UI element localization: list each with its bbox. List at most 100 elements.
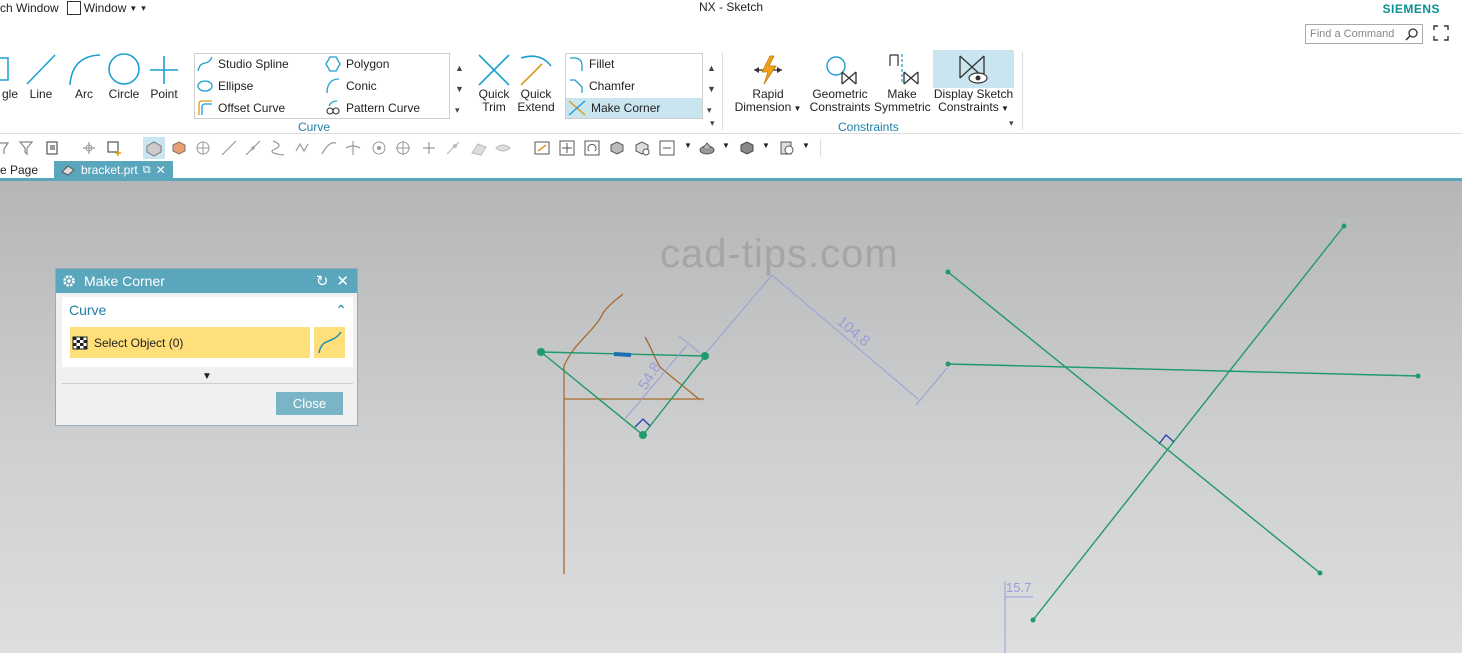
show-hide-icon[interactable] <box>778 139 796 157</box>
sketch-line[interactable] <box>947 363 1419 377</box>
sketch-point[interactable] <box>945 361 951 367</box>
gear-icon[interactable] <box>62 274 76 288</box>
tab-bracket-prt[interactable]: bracket.prt ⧉ ✕ <box>54 161 173 179</box>
studio-spline-item[interactable]: Studio Spline <box>197 54 289 74</box>
sketch-point[interactable] <box>1415 373 1421 379</box>
fullscreen-icon[interactable] <box>1433 25 1449 41</box>
sketch-point[interactable] <box>1341 223 1347 229</box>
point-on-curve-icon[interactable] <box>394 139 412 157</box>
fillet-label: Fillet <box>589 57 615 71</box>
sketch-point[interactable] <box>639 431 647 439</box>
perpendicular-constraint-icon[interactable] <box>634 418 651 428</box>
quick-trim-button[interactable]: Quick Trim <box>474 52 514 114</box>
view-orient-icon[interactable] <box>494 139 512 157</box>
geometric-constraints-button[interactable]: Geometric Constraints <box>806 52 874 114</box>
expand-gallery-icon[interactable]: ▾ <box>455 100 464 121</box>
quadrant-icon[interactable] <box>370 139 388 157</box>
view-triad-icon[interactable] <box>658 139 676 157</box>
close-button[interactable]: Close <box>276 392 343 415</box>
existing-point-icon[interactable] <box>420 139 438 157</box>
line-button[interactable]: Line <box>24 52 58 101</box>
scroll-down-icon[interactable]: ▼ <box>455 79 464 100</box>
sketch-point[interactable] <box>945 269 951 275</box>
ellipse-item[interactable]: Ellipse <box>197 76 253 96</box>
point-on-face-icon[interactable] <box>444 139 462 157</box>
arc-button[interactable]: Arc <box>66 52 102 101</box>
tab-popout-icon[interactable]: ⧉ <box>143 164 151 177</box>
chevron-down-icon[interactable]: ▼ <box>802 141 810 150</box>
fit-view-icon[interactable] <box>558 139 576 157</box>
scroll-up-icon[interactable]: ▲ <box>455 58 464 79</box>
refresh-view-icon[interactable] <box>583 139 601 157</box>
make-symmetric-button[interactable]: Make Symmetric <box>874 52 931 114</box>
endpoint-icon[interactable] <box>220 139 238 157</box>
solid-body-icon[interactable] <box>170 139 188 157</box>
close-icon[interactable]: ✕ <box>336 272 349 290</box>
tangent-icon[interactable] <box>344 139 362 157</box>
perpendicular-constraint-icon[interactable] <box>1158 434 1175 445</box>
selected-segment[interactable] <box>613 352 632 357</box>
rapid-dimension-button[interactable]: Rapid Dimension ▼ <box>732 52 804 115</box>
sketch-line[interactable] <box>1032 225 1345 621</box>
pattern-curve-item[interactable]: Pattern Curve <box>325 98 420 118</box>
toolbar-separator <box>820 139 821 157</box>
chevron-down-icon[interactable]: ▼ <box>762 141 770 150</box>
make-corner-item[interactable]: Make Corner <box>566 98 702 118</box>
chevron-down-icon[interactable]: ▼ <box>722 141 730 150</box>
chevron-down-icon[interactable]: ▼ <box>684 141 692 150</box>
sketch-point[interactable] <box>701 352 709 360</box>
shaded-view-icon[interactable] <box>608 139 626 157</box>
chamfer-item[interactable]: Chamfer <box>568 76 702 96</box>
scroll-up-icon[interactable]: ▲ <box>707 58 716 79</box>
display-sketch-constraints-button[interactable]: Display Sketch Constraints ▼ <box>933 50 1014 114</box>
curve-type-button[interactable] <box>312 327 345 358</box>
filter-icon[interactable] <box>0 139 18 157</box>
control-point-icon[interactable] <box>270 139 288 157</box>
close-icon[interactable]: ✕ <box>156 163 166 177</box>
offset-curve-item[interactable]: Offset Curve <box>197 98 285 118</box>
brown-curve[interactable] <box>563 293 624 574</box>
tab-home[interactable]: e Page <box>0 161 44 179</box>
type-filter-icon[interactable] <box>18 139 36 157</box>
snap-enable-icon[interactable] <box>143 137 165 159</box>
sketch-point[interactable] <box>1030 617 1036 623</box>
circle-button[interactable]: Circle <box>106 52 142 101</box>
constraints-overflow-icon[interactable]: ▾ <box>1009 118 1014 129</box>
more-options-icon[interactable]: ▼ <box>202 371 212 382</box>
midpoint-icon[interactable] <box>244 139 262 157</box>
intersection-icon[interactable] <box>294 139 312 157</box>
sketch-line[interactable] <box>540 351 644 436</box>
reset-icon[interactable]: ↻ <box>316 272 329 290</box>
polygon-item[interactable]: Polygon <box>325 54 389 74</box>
collapse-icon[interactable]: ⌃ <box>335 302 347 319</box>
scroll-down-icon[interactable]: ▼ <box>707 79 716 100</box>
bounded-grid-icon[interactable] <box>470 139 488 157</box>
ellipse-label: Ellipse <box>218 79 254 93</box>
corner-gallery-scroll[interactable]: ▲ ▼ ▾ <box>707 58 716 121</box>
point-snap-icon[interactable] <box>106 139 124 157</box>
point-button[interactable]: Point <box>146 52 182 101</box>
sketch-point[interactable] <box>537 348 545 356</box>
sketch-view-icon[interactable] <box>533 139 551 157</box>
dialog-title-bar[interactable]: Make Corner ↻ ✕ <box>56 269 357 293</box>
snap-icon[interactable] <box>80 139 98 157</box>
curve-gallery-scroll[interactable]: ▲ ▼ ▾ <box>455 58 464 121</box>
sketch-point[interactable] <box>1317 570 1323 576</box>
edit-section-icon[interactable] <box>698 139 716 157</box>
quick-extend-button[interactable]: Quick Extend <box>516 52 556 114</box>
selection-scope-icon[interactable] <box>44 139 62 157</box>
center-point-icon[interactable] <box>194 139 212 157</box>
conic-item[interactable]: Conic <box>325 76 377 96</box>
arc-center-icon[interactable] <box>320 139 338 157</box>
dimension-15[interactable]: 15.7 <box>1006 580 1031 595</box>
command-finder-input[interactable]: Find a Command <box>1305 24 1423 44</box>
sketch-line[interactable] <box>947 271 1321 574</box>
chamfer-icon <box>570 79 583 93</box>
rectangle-button[interactable]: gle <box>0 52 20 101</box>
fillet-item[interactable]: Fillet <box>568 54 702 74</box>
work-layer-icon[interactable] <box>738 139 756 157</box>
render-style-icon[interactable] <box>633 139 651 157</box>
group-overflow-icon[interactable]: ▾ <box>710 118 715 129</box>
select-object-field[interactable]: Select Object (0) <box>70 327 310 358</box>
curve-section-header[interactable]: Curve <box>69 302 106 318</box>
